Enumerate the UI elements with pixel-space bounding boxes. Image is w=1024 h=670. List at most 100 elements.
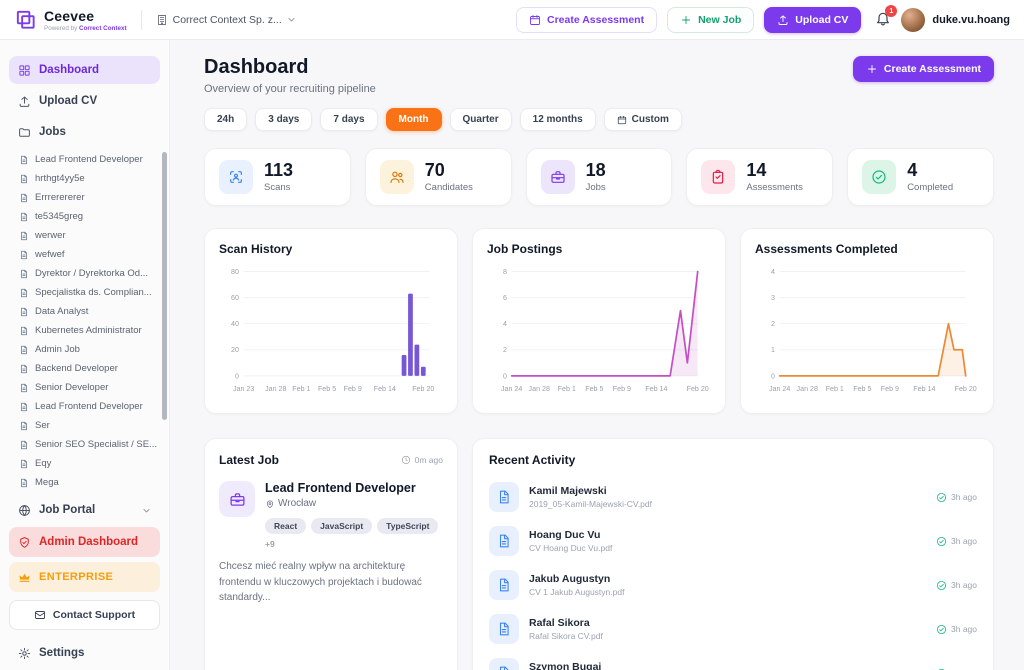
sidebar-job-label: Eqy: [35, 458, 51, 469]
activity-file: CV Hoang Duc Vu.pdf: [529, 543, 926, 553]
sidebar-job-item[interactable]: te5345greg: [19, 207, 160, 226]
notifications-button[interactable]: 1: [875, 10, 891, 29]
sidebar-job-item[interactable]: Eqy: [19, 454, 160, 473]
document-icon: [19, 478, 29, 488]
activity-name: Rafal Sikora: [529, 617, 926, 629]
activity-item[interactable]: Szymon Bugaj 2018-03-08-CV-BugajSzymon.p…: [489, 651, 977, 670]
latest-job-item[interactable]: Lead Frontend Developer Wrocław ReactJav…: [219, 481, 443, 549]
sidebar-job-item[interactable]: Kubernetes Administrator: [19, 321, 160, 340]
sidebar-job-item[interactable]: Senior Developer: [19, 378, 160, 397]
time-filter-button[interactable]: 24h: [204, 108, 247, 131]
activity-file: Rafal Sikora CV.pdf: [529, 631, 926, 641]
upload-cv-button[interactable]: Upload CV: [764, 7, 861, 33]
create-assessment-button[interactable]: Create Assessment: [516, 7, 657, 33]
svg-text:Feb 14: Feb 14: [374, 385, 396, 393]
stat-label: Completed: [907, 182, 953, 193]
time-filter-button[interactable]: Quarter: [450, 108, 512, 131]
chart-card: Assessments Completed 01234Jan 24Jan 28F…: [740, 228, 994, 414]
svg-text:0: 0: [503, 372, 507, 380]
shield-icon: [18, 536, 31, 549]
clipboard-icon: [710, 169, 726, 185]
sidebar-job-item[interactable]: Mega: [19, 473, 160, 492]
document-icon: [19, 459, 29, 469]
sidebar-job-item[interactable]: Lead Frontend Developer: [19, 150, 160, 169]
sidebar-job-item[interactable]: wefwef: [19, 245, 160, 264]
time-filter-button[interactable]: 7 days: [320, 108, 377, 131]
sidebar-job-item[interactable]: werwer: [19, 226, 160, 245]
latest-job-title: Latest Job: [219, 453, 279, 467]
svg-text:80: 80: [231, 268, 239, 276]
chevron-down-icon: [287, 15, 296, 24]
folder-icon: [18, 126, 31, 139]
create-assessment-button-main[interactable]: Create Assessment: [853, 56, 994, 82]
time-filter-button[interactable]: Month: [386, 108, 442, 131]
sidebar-job-item[interactable]: Lead Frontend Developer: [19, 397, 160, 416]
sidebar-job-label: Backend Developer: [35, 363, 118, 374]
sidebar-job-item[interactable]: Dyrektor / Dyrektorka Od...: [19, 264, 160, 283]
stat-label: Assessments: [746, 182, 803, 193]
sidebar-item-dashboard[interactable]: Dashboard: [9, 56, 160, 84]
app-subtitle: Powered by Correct Context: [44, 25, 127, 32]
sidebar-item-admin-dashboard[interactable]: Admin Dashboard: [9, 527, 160, 557]
svg-text:8: 8: [503, 268, 507, 276]
activity-item[interactable]: Hoang Duc Vu CV Hoang Duc Vu.pdf 3h ago: [489, 519, 977, 563]
document-icon: [19, 402, 29, 412]
svg-text:3: 3: [771, 294, 775, 302]
sidebar-item-settings[interactable]: Settings: [9, 639, 160, 667]
upload-icon: [18, 95, 31, 108]
activity-item[interactable]: Rafal Sikora Rafal Sikora CV.pdf 3h ago: [489, 607, 977, 651]
sidebar-job-item[interactable]: Ser: [19, 416, 160, 435]
stat-label: Candidates: [425, 182, 473, 193]
sidebar-job-label: Senior SEO Specialist / SE...: [35, 439, 157, 450]
document-icon: [19, 364, 29, 374]
svg-text:Feb 9: Feb 9: [344, 385, 362, 393]
sidebar-item-jobs[interactable]: Jobs: [9, 118, 160, 146]
sidebar-item-upload-cv[interactable]: Upload CV: [9, 87, 160, 115]
briefcase-icon: [550, 169, 566, 185]
sidebar-job-item[interactable]: Backend Developer: [19, 359, 160, 378]
location-pin-icon: [265, 499, 275, 509]
document-icon: [19, 421, 29, 431]
chart-plot: 02468Jan 24Jan 28Feb 1Feb 5Feb 9Feb 14Fe…: [487, 262, 711, 397]
time-filter-button[interactable]: Custom: [604, 108, 682, 131]
job-title: Lead Frontend Developer: [265, 481, 443, 495]
svg-text:Feb 5: Feb 5: [585, 385, 603, 393]
sidebar-job-item[interactable]: Senior SEO Specialist / SE...: [19, 435, 160, 454]
org-selector[interactable]: Correct Context Sp. z...: [156, 14, 296, 26]
latest-job-card: Latest Job 0m ago Lead Frontend Develope…: [204, 438, 458, 670]
activity-name: Szymon Bugaj: [529, 661, 926, 670]
main-content: Dashboard Overview of your recruiting pi…: [170, 40, 1024, 670]
sidebar-job-item[interactable]: Errrerererer: [19, 188, 160, 207]
sidebar-job-item[interactable]: hrthgt4yy5e: [19, 169, 160, 188]
sidebar-job-item[interactable]: Admin Job: [19, 340, 160, 359]
time-filter-button[interactable]: 3 days: [255, 108, 312, 131]
page-subtitle: Overview of your recruiting pipeline: [204, 83, 376, 95]
sidebar-job-label: hrthgt4yy5e: [35, 173, 85, 184]
svg-text:2: 2: [503, 346, 507, 354]
stat-label: Jobs: [586, 182, 606, 193]
sidebar-job-item[interactable]: Specjalistka ds. Complian...: [19, 283, 160, 302]
dashboard-grid-icon: [18, 64, 31, 77]
sidebar-item-job-portal[interactable]: Job Portal: [9, 496, 160, 524]
upload-icon: [777, 14, 789, 26]
activity-item[interactable]: Kamil Majewski 2019_05-Kamil-Majewski-CV…: [489, 475, 977, 519]
contact-support-button[interactable]: Contact Support: [9, 600, 160, 630]
new-job-button[interactable]: New Job: [667, 7, 754, 33]
sidebar-scrollbar[interactable]: [162, 152, 167, 420]
sidebar-job-item[interactable]: Data Analyst: [19, 302, 160, 321]
time-filter-button[interactable]: 12 months: [520, 108, 596, 131]
svg-text:Jan 24: Jan 24: [501, 385, 522, 393]
job-tags: ReactJavaScriptTypeScript+9: [265, 518, 443, 549]
stat-card: 70 Candidates: [365, 148, 512, 206]
job-tags-more: +9: [265, 539, 275, 549]
svg-text:0: 0: [771, 372, 775, 380]
activity-item[interactable]: Jakub Augustyn CV 1 Jakub Augustyn.pdf 3…: [489, 563, 977, 607]
user-menu[interactable]: duke.vu.hoang: [901, 8, 1010, 32]
header-divider: [141, 10, 142, 30]
chart-plot: 020406080Jan 23Jan 28Feb 1Feb 5Feb 9Feb …: [219, 262, 443, 397]
svg-text:0: 0: [235, 372, 239, 380]
enterprise-badge[interactable]: ENTERPRISE: [9, 562, 160, 592]
svg-text:Feb 5: Feb 5: [853, 385, 871, 393]
top-header: Ceevee Powered by Correct Context Correc…: [0, 0, 1024, 40]
svg-text:20: 20: [231, 346, 239, 354]
